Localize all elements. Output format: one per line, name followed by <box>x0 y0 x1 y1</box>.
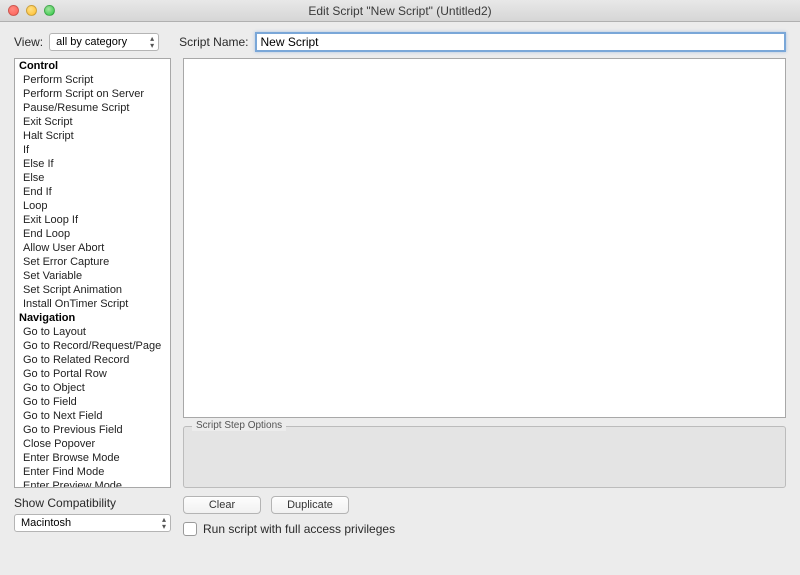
window-title: Edit Script "New Script" (Untitled2) <box>0 4 800 18</box>
script-step-item[interactable]: Go to Previous Field <box>15 423 170 437</box>
main-area: ControlPerform ScriptPerform Script on S… <box>0 58 800 488</box>
category-header: Navigation <box>15 311 170 325</box>
script-step-item[interactable]: End If <box>15 185 170 199</box>
view-label: View: <box>14 35 43 49</box>
script-step-item[interactable]: Go to Portal Row <box>15 367 170 381</box>
script-name-input[interactable] <box>255 32 787 52</box>
script-step-item[interactable]: Go to Related Record <box>15 353 170 367</box>
script-step-item[interactable]: End Loop <box>15 227 170 241</box>
script-step-item[interactable]: Install OnTimer Script <box>15 297 170 311</box>
button-row: Clear Duplicate <box>183 496 786 514</box>
script-step-item[interactable]: Perform Script <box>15 73 170 87</box>
script-step-item[interactable]: Perform Script on Server <box>15 87 170 101</box>
script-steps-list[interactable]: ControlPerform ScriptPerform Script on S… <box>14 58 171 488</box>
full-access-label: Run script with full access privileges <box>203 522 395 536</box>
full-access-checkbox[interactable] <box>183 522 197 536</box>
script-step-item[interactable]: Set Error Capture <box>15 255 170 269</box>
script-step-item[interactable]: Else If <box>15 157 170 171</box>
script-step-item[interactable]: Go to Next Field <box>15 409 170 423</box>
toolbar: View: all by category ▴▾ Script Name: <box>0 22 800 58</box>
script-step-item[interactable]: Go to Layout <box>15 325 170 339</box>
updown-icon: ▴▾ <box>150 35 154 49</box>
titlebar: Edit Script "New Script" (Untitled2) <box>0 0 800 22</box>
script-step-item[interactable]: Allow User Abort <box>15 241 170 255</box>
duplicate-button[interactable]: Duplicate <box>271 496 349 514</box>
script-name-label: Script Name: <box>179 35 248 49</box>
updown-icon: ▴▾ <box>162 516 166 530</box>
script-step-item[interactable]: Go to Record/Request/Page <box>15 339 170 353</box>
compatibility-label: Show Compatibility <box>14 496 171 510</box>
script-step-item[interactable]: Halt Script <box>15 129 170 143</box>
script-step-item[interactable]: Go to Object <box>15 381 170 395</box>
view-select[interactable]: all by category ▴▾ <box>49 33 159 51</box>
right-pane: Script Step Options <box>183 58 786 488</box>
view-select-value: all by category <box>56 36 127 48</box>
close-icon[interactable] <box>8 5 19 16</box>
script-step-item[interactable]: Else <box>15 171 170 185</box>
compatibility-group: Show Compatibility Macintosh ▴▾ <box>14 496 171 536</box>
category-header: Control <box>15 59 170 73</box>
options-panel-title: Script Step Options <box>192 420 286 431</box>
compatibility-select[interactable]: Macintosh ▴▾ <box>14 514 171 532</box>
clear-button[interactable]: Clear <box>183 496 261 514</box>
script-step-item[interactable]: Close Popover <box>15 437 170 451</box>
zoom-icon[interactable] <box>44 5 55 16</box>
script-step-item[interactable]: If <box>15 143 170 157</box>
script-step-item[interactable]: Pause/Resume Script <box>15 101 170 115</box>
compatibility-value: Macintosh <box>21 517 71 529</box>
minimize-icon[interactable] <box>26 5 37 16</box>
full-access-row: Run script with full access privileges <box>183 522 786 536</box>
footer-right: Clear Duplicate Run script with full acc… <box>183 496 786 536</box>
script-step-item[interactable]: Set Script Animation <box>15 283 170 297</box>
script-step-item[interactable]: Loop <box>15 199 170 213</box>
script-step-item[interactable]: Exit Script <box>15 115 170 129</box>
script-body-area[interactable] <box>183 58 786 418</box>
footer: Show Compatibility Macintosh ▴▾ Clear Du… <box>0 488 800 536</box>
script-step-item[interactable]: Enter Find Mode <box>15 465 170 479</box>
script-step-options-panel: Script Step Options <box>183 426 786 488</box>
script-step-item[interactable]: Go to Field <box>15 395 170 409</box>
script-step-item[interactable]: Enter Preview Mode <box>15 479 170 488</box>
script-step-item[interactable]: Exit Loop If <box>15 213 170 227</box>
script-step-item[interactable]: Set Variable <box>15 269 170 283</box>
script-step-item[interactable]: Enter Browse Mode <box>15 451 170 465</box>
window-controls <box>8 5 55 16</box>
